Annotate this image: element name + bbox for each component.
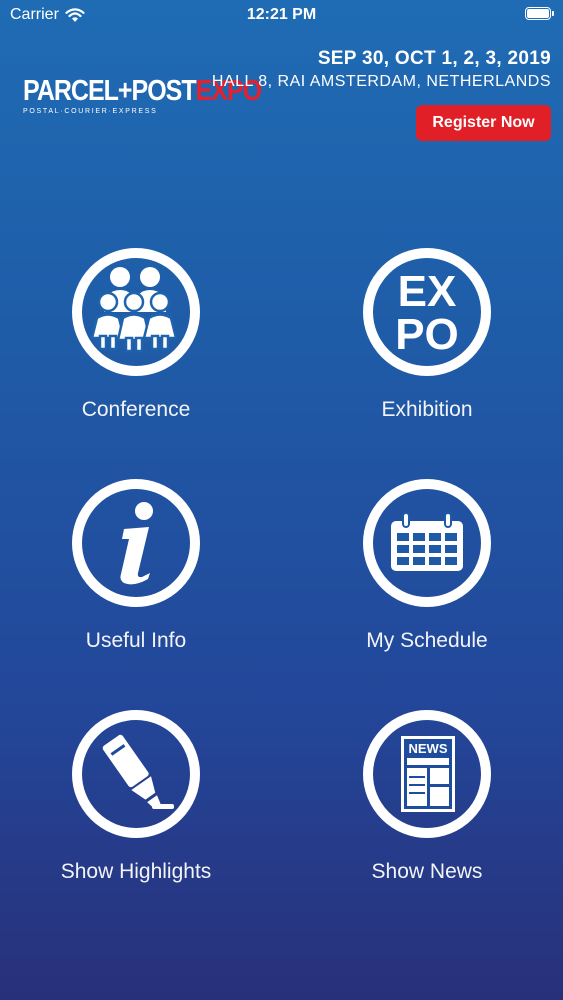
parcel-post-expo-logo: PARCEL+POSTEXPO POSTAL·COURIER·EXPRESS <box>23 76 262 115</box>
menu-label-useful-info: Useful Info <box>85 629 187 652</box>
logo-wordmark: PARCEL+POSTEXPO <box>23 76 262 106</box>
menu-label-show-news: Show News <box>371 860 483 883</box>
menu-my-schedule[interactable]: My Schedule <box>307 477 547 653</box>
status-time: 12:21 PM <box>246 6 317 23</box>
battery-icon <box>525 7 554 20</box>
newspaper-icon: NEWS <box>363 710 491 838</box>
menu-conference[interactable]: Conference <box>16 246 256 422</box>
expo-icon-text-bottom: PO <box>395 310 459 359</box>
menu-label-conference: Conference <box>81 398 191 421</box>
menu-show-news[interactable]: NEWS Show News <box>307 708 547 884</box>
register-now-button[interactable]: Register Now <box>416 105 551 141</box>
logo-tagline: POSTAL·COURIER·EXPRESS <box>23 108 158 115</box>
menu-label-show-highlights: Show Highlights <box>60 860 212 883</box>
logo-parcel-post: PARCEL+POST <box>23 74 197 108</box>
news-icon-text: NEWS <box>409 741 448 756</box>
event-venue: HALL 8, RAI AMSTERDAM, NETHERLANDS <box>211 73 551 90</box>
menu-show-highlights[interactable]: Show Highlights <box>16 708 256 884</box>
event-dates: SEP 30, OCT 1, 2, 3, 2019 <box>317 48 551 69</box>
menu-useful-info[interactable]: Useful Info <box>16 477 256 653</box>
highlighter-icon <box>72 710 200 838</box>
menu-label-exhibition: Exhibition <box>381 398 473 421</box>
calendar-icon <box>363 479 491 607</box>
info-icon <box>72 479 200 607</box>
expo-icon: EX PO <box>363 248 491 376</box>
menu-exhibition[interactable]: EX PO Exhibition <box>307 246 547 422</box>
people-group-icon <box>72 248 200 376</box>
status-bar: Carrier 12:21 PM <box>0 0 563 30</box>
menu-label-my-schedule: My Schedule <box>366 629 488 652</box>
expo-icon-text-top: EX <box>398 267 457 316</box>
